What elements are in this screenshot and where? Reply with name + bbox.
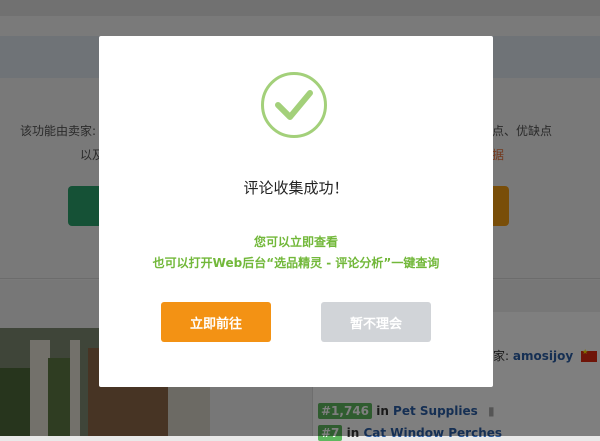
dialog-title: 评论收集成功！ [243, 179, 349, 197]
checkmark-circle-icon [261, 72, 327, 138]
ignore-button[interactable]: 暂不理会 [321, 302, 431, 342]
success-dialog: 评论收集成功！ 您可以立即查看 也可以打开Web后台“选品精灵 - 评论分析”一… [99, 36, 493, 387]
dialog-description-line2: 也可以打开Web后台“选品精灵 - 评论分析”一键查询 [152, 256, 440, 270]
dialog-description-line1: 您可以立即查看 [253, 235, 338, 249]
go-now-button[interactable]: 立即前往 [161, 302, 271, 342]
